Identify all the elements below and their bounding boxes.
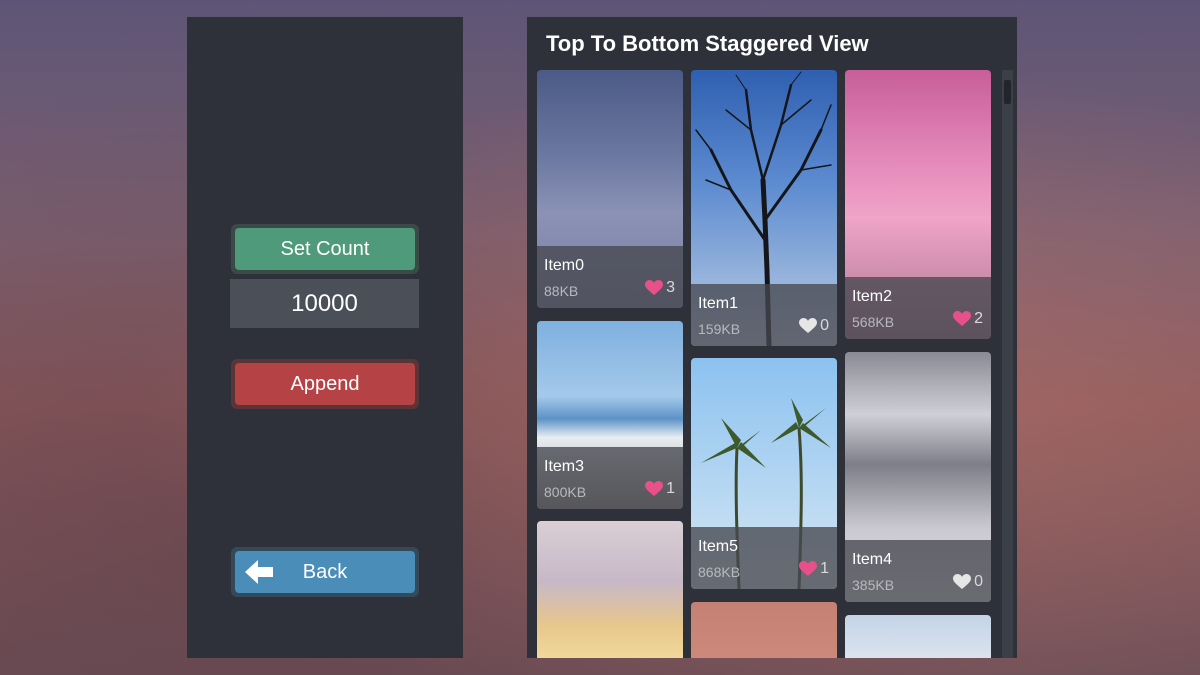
set-count-button[interactable]: Set Count [235, 228, 415, 270]
like-button[interactable]: 2 [953, 310, 983, 328]
panel-title: Top To Bottom Staggered View [546, 31, 869, 56]
grid-item-3[interactable]: Item3 800KB 1 [537, 321, 683, 509]
item-name: Item3 [544, 458, 585, 475]
like-button[interactable]: 0 [799, 317, 829, 335]
set-count-button-frame: Set Count [231, 224, 419, 274]
control-panel: Set Count 10000 Append Back [187, 17, 463, 658]
heart-icon [645, 481, 664, 496]
like-count: 0 [974, 573, 983, 590]
append-button[interactable]: Append [235, 363, 415, 405]
scrollbar-thumb[interactable] [1004, 80, 1011, 104]
like-count: 1 [666, 480, 675, 497]
grid-item-partial-2[interactable] [691, 602, 837, 658]
append-label: Append [290, 372, 360, 395]
item-info-bar: Item1 159KB 0 [691, 284, 837, 346]
item-name: Item4 [852, 551, 893, 568]
item-name: Item2 [852, 288, 893, 305]
item-size: 868KB [698, 564, 741, 580]
like-button[interactable]: 1 [645, 480, 675, 498]
item-size: 159KB [698, 321, 741, 337]
like-button[interactable]: 0 [953, 573, 983, 591]
like-count: 1 [820, 560, 829, 577]
item-info-bar: Item3 800KB 1 [537, 447, 683, 509]
grid-item-0[interactable]: Item0 88KB 3 [537, 70, 683, 308]
item-info-bar: Item4 385KB 0 [845, 540, 991, 602]
item-name: Item5 [698, 538, 739, 555]
item-size: 568KB [852, 314, 895, 330]
back-button[interactable]: Back [235, 551, 415, 593]
staggered-view-panel: Top To Bottom Staggered View Item0 88KB … [527, 17, 1017, 658]
item-size: 800KB [544, 484, 587, 500]
grid-item-1[interactable]: Item1 159KB 0 [691, 70, 837, 346]
item-size: 385KB [852, 577, 895, 593]
grid-item-2[interactable]: Item2 568KB 2 [845, 70, 991, 339]
grid-item-partial-3[interactable] [845, 615, 991, 658]
item-name: Item0 [544, 257, 585, 274]
count-value: 10000 [291, 289, 358, 317]
back-button-frame: Back [231, 547, 419, 597]
back-label: Back [302, 560, 348, 583]
like-count: 0 [820, 317, 829, 334]
like-count: 3 [666, 279, 675, 296]
back-arrow-icon [245, 560, 273, 584]
set-count-label: Set Count [280, 237, 370, 260]
like-button[interactable]: 1 [799, 560, 829, 578]
count-input[interactable]: 10000 [230, 279, 419, 328]
item-name: Item1 [698, 295, 739, 312]
heart-icon [953, 311, 972, 326]
heart-icon [645, 280, 664, 295]
grid-item-partial-1[interactable] [537, 521, 683, 658]
item-size: 88KB [544, 283, 579, 299]
item-info-bar: Item2 568KB 2 [845, 277, 991, 339]
heart-icon [953, 574, 972, 589]
heart-icon [799, 561, 818, 576]
grid-item-5[interactable]: Item5 868KB 1 [691, 358, 837, 589]
item-info-bar: Item0 88KB 3 [537, 246, 683, 308]
heart-icon [799, 318, 818, 333]
vertical-scrollbar[interactable] [1002, 70, 1013, 658]
item-info-bar: Item5 868KB 1 [691, 527, 837, 589]
grid-item-4[interactable]: Item4 385KB 0 [845, 352, 991, 602]
like-button[interactable]: 3 [645, 279, 675, 297]
append-button-frame: Append [231, 359, 419, 409]
like-count: 2 [974, 310, 983, 327]
